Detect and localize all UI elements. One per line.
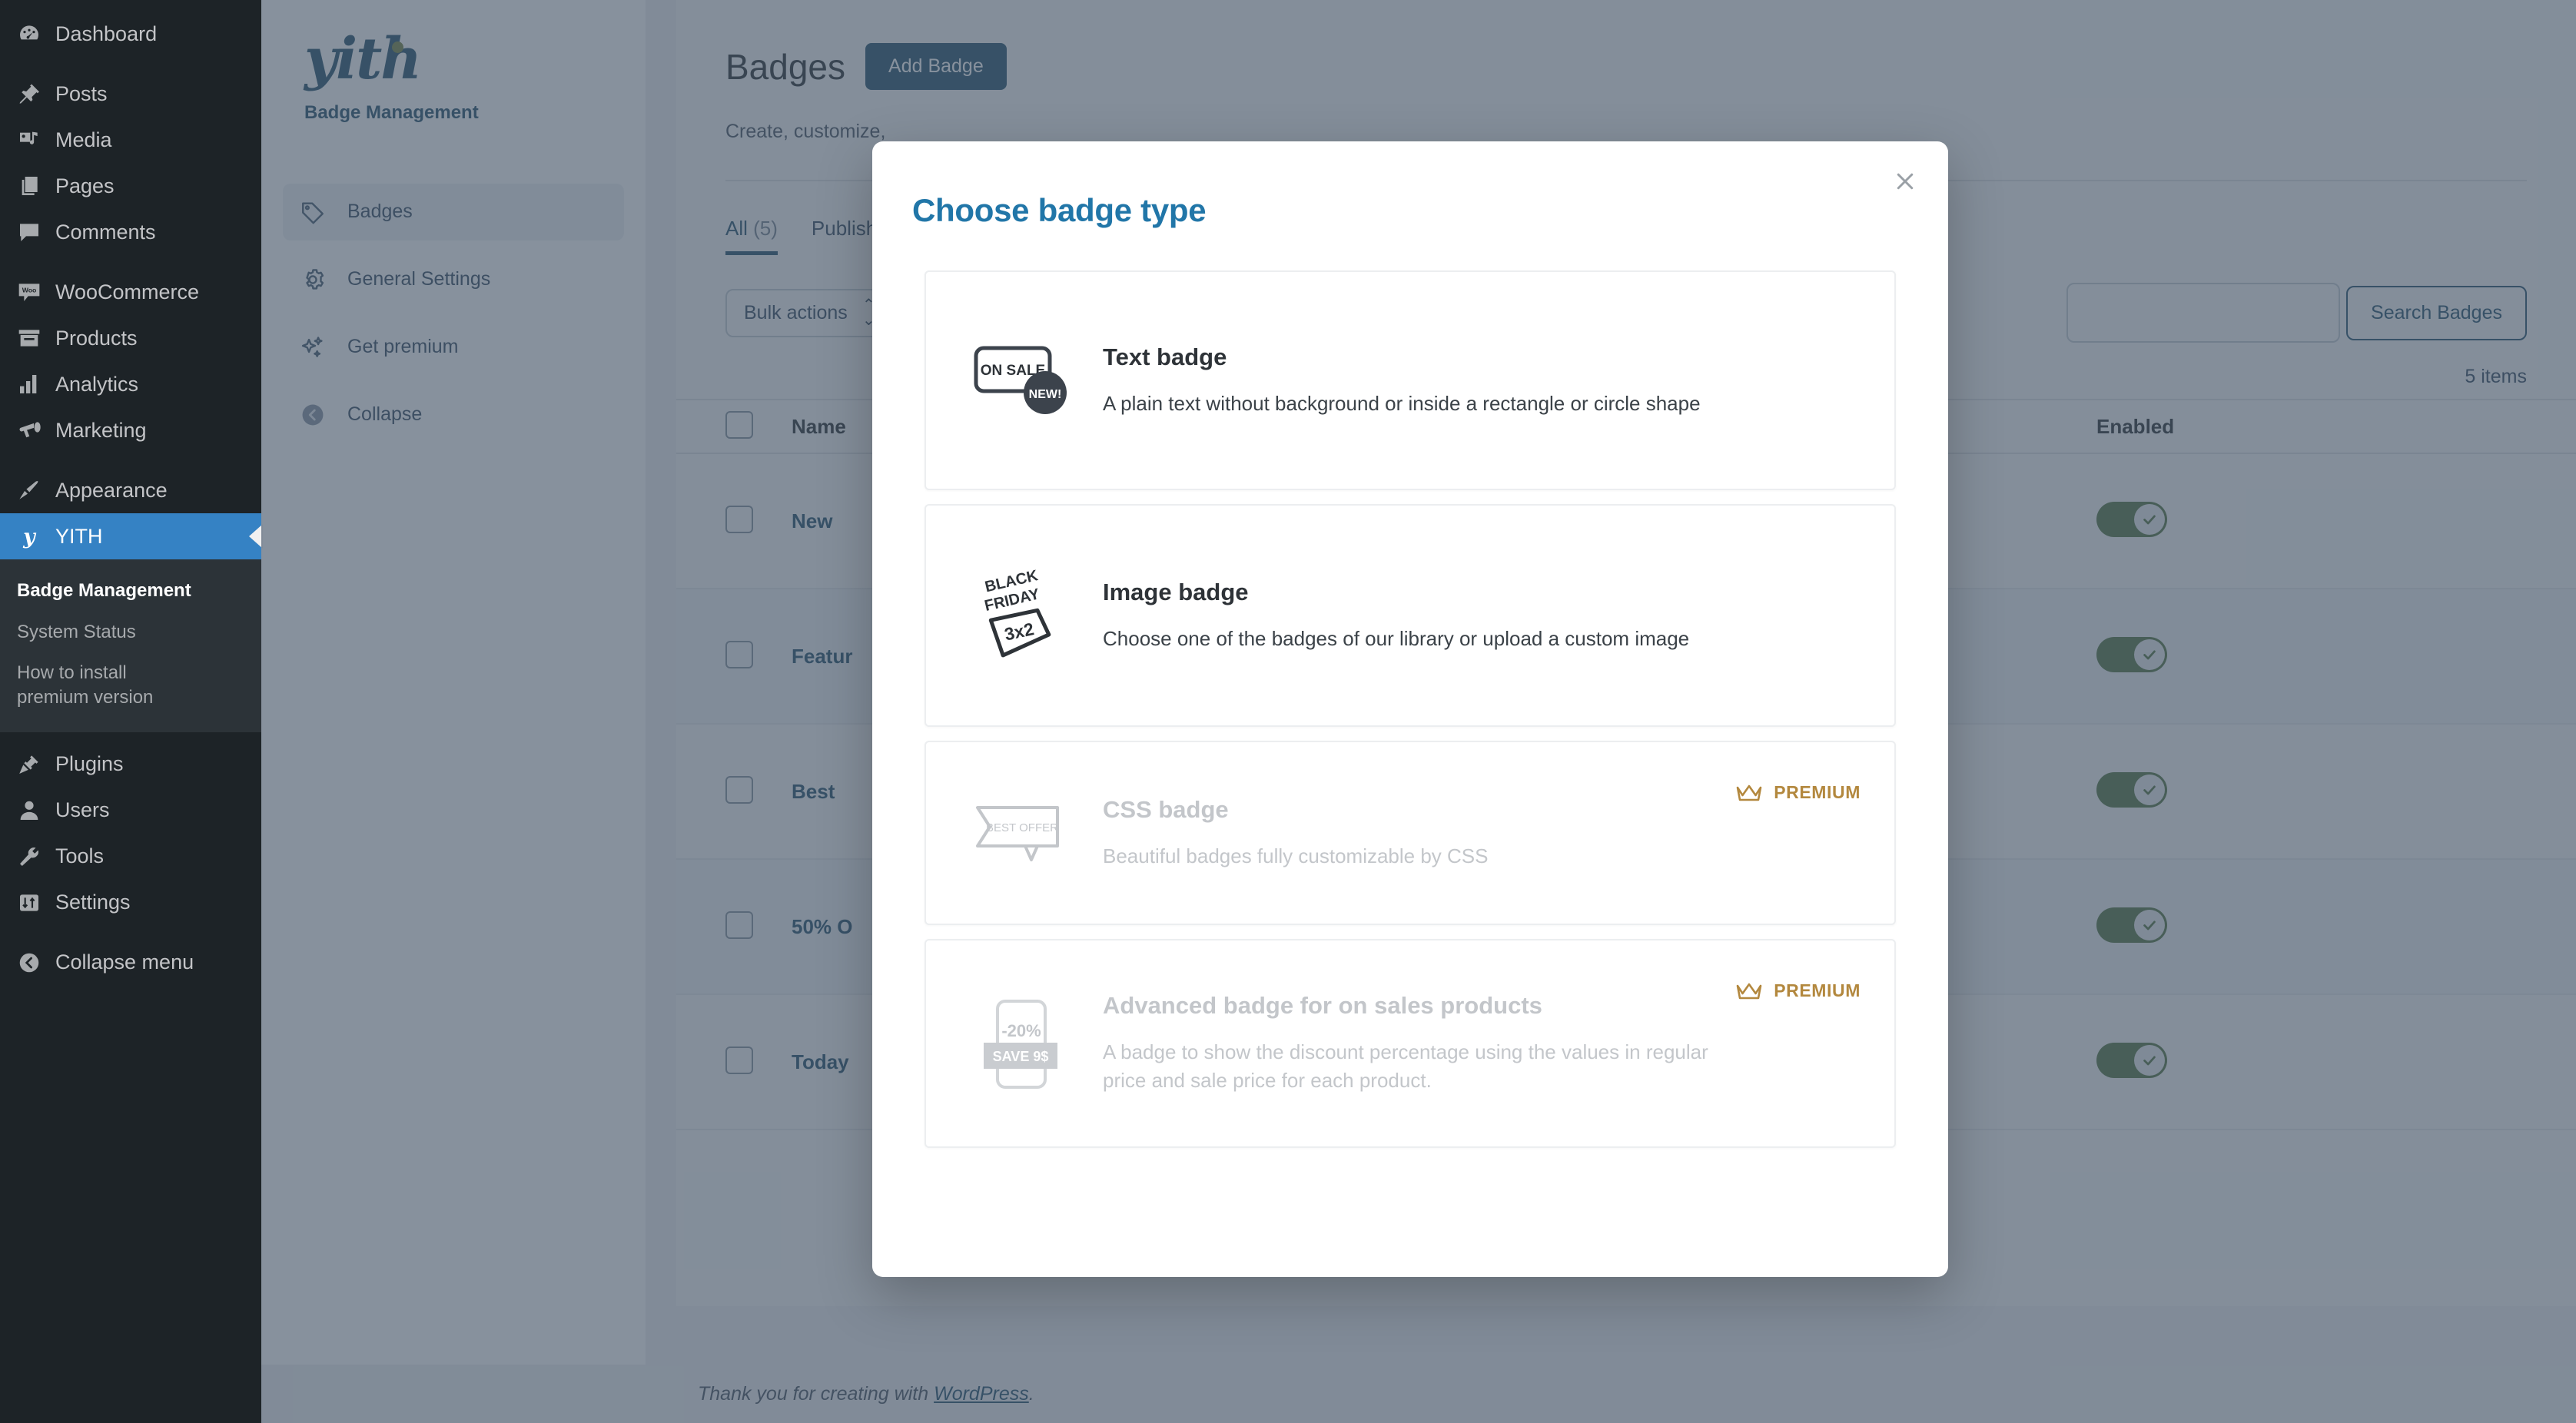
submenu-item-system-status[interactable]: System Status <box>0 612 261 653</box>
sidebar-item-label: Comments <box>55 220 156 244</box>
premium-label: PREMIUM <box>1774 782 1861 802</box>
option-title: Image badge <box>1103 578 1249 605</box>
yith-icon: y <box>17 524 52 549</box>
crown-icon <box>1736 983 1762 999</box>
sidebar-item-label: Dashboard <box>55 22 158 45</box>
option-description: A plain text without background or insid… <box>1103 391 1701 415</box>
sidebar-item-label: YITH <box>55 524 103 548</box>
sidebar-item-label: Posts <box>55 81 108 105</box>
option-text-wrap: CSS badge Beautiful badges fully customi… <box>1098 796 1489 871</box>
modal-title: Choose badge type <box>912 192 1207 228</box>
badge-type-list: ON SALE NEW! Text badge A plain text wit… <box>872 229 1948 1148</box>
option-title: Text badge <box>1103 343 1227 370</box>
option-title: CSS badge <box>1103 795 1229 823</box>
option-title: Advanced badge for on sales products <box>1103 992 1542 1020</box>
close-icon[interactable] <box>1884 160 1927 203</box>
sidebar-item-label: Media <box>55 128 112 151</box>
sidebar-item-label: Plugins <box>55 752 124 776</box>
sidebar-item-pages[interactable]: Pages <box>0 163 261 209</box>
option-text-wrap: Advanced badge for on sales products A b… <box>1098 992 1736 1095</box>
sidebar-item-label: Pages <box>55 174 115 197</box>
option-description: A badge to show the discount percentage … <box>1103 1040 1708 1092</box>
sidebar-item-appearance[interactable]: Appearance <box>0 467 261 513</box>
badge-type-option-css[interactable]: PREMIUM BEST OFFER CSS badge Beautiful b… <box>925 741 1896 925</box>
plug-icon <box>17 752 52 777</box>
submenu-item-badge-management[interactable]: Badge Management <box>0 570 261 612</box>
sidebar-divider <box>0 926 261 940</box>
sidebar-divider <box>0 255 261 269</box>
svg-text:SAVE 9$: SAVE 9$ <box>993 1049 1049 1064</box>
wp-admin-sidebar: Dashboard Posts Media Pages Comments Woo… <box>0 0 263 1423</box>
brush-icon <box>17 478 52 503</box>
svg-text:-20%: -20% <box>1001 1021 1041 1040</box>
user-icon <box>17 798 52 823</box>
premium-label: PREMIUM <box>1774 980 1861 1000</box>
wrench-icon <box>17 844 52 869</box>
analytics-icon <box>17 372 52 396</box>
sidebar-item-comments[interactable]: Comments <box>0 209 261 255</box>
badge-type-option-image[interactable]: BLACK FRIDAY 3x2 Image badge Choose one … <box>925 504 1896 727</box>
sidebar-item-label: Collapse menu <box>55 950 194 974</box>
screen-root: Dashboard Posts Media Pages Comments Woo… <box>0 0 2576 1423</box>
sidebar-divider <box>0 453 261 467</box>
collapse-icon <box>17 950 52 975</box>
badge-type-option-advanced[interactable]: PREMIUM -20% SAVE 9$ Advanced badge for … <box>925 939 1896 1148</box>
sidebar-item-collapse-menu[interactable]: Collapse menu <box>0 940 261 986</box>
badge-type-option-text[interactable]: ON SALE NEW! Text badge A plain text wit… <box>925 270 1896 490</box>
comment-icon <box>17 220 52 244</box>
image-badge-preview-icon: BLACK FRIDAY 3x2 <box>960 566 1098 665</box>
sidebar-item-label: WooCommerce <box>55 280 200 304</box>
css-badge-preview-icon: BEST OFFER <box>960 791 1098 875</box>
media-icon <box>17 128 52 152</box>
sidebar-item-yith[interactable]: y YITH <box>0 513 263 559</box>
pages-icon <box>17 174 52 198</box>
sidebar-item-media[interactable]: Media <box>0 117 261 163</box>
sidebar-item-label: Settings <box>55 891 131 914</box>
products-icon <box>17 326 52 350</box>
text-badge-preview-icon: ON SALE NEW! <box>960 334 1098 426</box>
sidebar-divider <box>0 57 261 71</box>
megaphone-icon <box>17 418 52 443</box>
option-text-wrap: Text badge A plain text without backgrou… <box>1098 343 1701 418</box>
settings-icon <box>17 891 52 915</box>
sidebar-item-settings[interactable]: Settings <box>0 880 261 926</box>
svg-text:BEST OFFER: BEST OFFER <box>986 821 1058 834</box>
woo-icon: Woo <box>17 280 52 304</box>
sidebar-item-tools[interactable]: Tools <box>0 834 261 880</box>
yith-submenu: Badge Management System Status How to in… <box>0 559 261 732</box>
svg-text:y: y <box>22 525 37 549</box>
option-description: Beautiful badges fully customizable by C… <box>1103 844 1489 867</box>
sidebar-item-marketing[interactable]: Marketing <box>0 407 261 453</box>
advanced-badge-preview-icon: -20% SAVE 9$ <box>960 993 1098 1093</box>
pin-icon <box>17 81 52 106</box>
sidebar-item-label: Products <box>55 326 138 350</box>
sidebar-item-products[interactable]: Products <box>0 315 261 361</box>
sidebar-item-plugins[interactable]: Plugins <box>0 741 261 788</box>
svg-text:NEW!: NEW! <box>1029 388 1062 401</box>
sidebar-item-label: Marketing <box>55 418 147 442</box>
option-description: Choose one of the badges of our library … <box>1103 626 1690 650</box>
sidebar-item-label: Users <box>55 798 110 822</box>
dashboard-icon <box>17 22 52 46</box>
premium-badge: PREMIUM <box>1735 782 1861 803</box>
sidebar-item-label: Appearance <box>55 478 168 502</box>
svg-text:Woo: Woo <box>22 287 37 294</box>
sidebar-item-dashboard[interactable]: Dashboard <box>0 11 261 57</box>
option-text-wrap: Image badge Choose one of the badges of … <box>1098 579 1689 653</box>
sidebar-item-label: Tools <box>55 844 105 868</box>
sidebar-item-woocommerce[interactable]: Woo WooCommerce <box>0 269 261 315</box>
sidebar-item-analytics[interactable]: Analytics <box>0 361 261 407</box>
sidebar-item-label: Analytics <box>55 372 139 396</box>
sidebar-item-posts[interactable]: Posts <box>0 71 261 117</box>
crown-icon <box>1736 784 1762 801</box>
sidebar-item-users[interactable]: Users <box>0 788 261 834</box>
choose-badge-type-modal: Choose badge type ON SALE NEW! Text badg… <box>872 141 1948 1277</box>
premium-badge: PREMIUM <box>1735 980 1861 1001</box>
submenu-item-how-to-install[interactable]: How to install premium version <box>0 652 177 718</box>
